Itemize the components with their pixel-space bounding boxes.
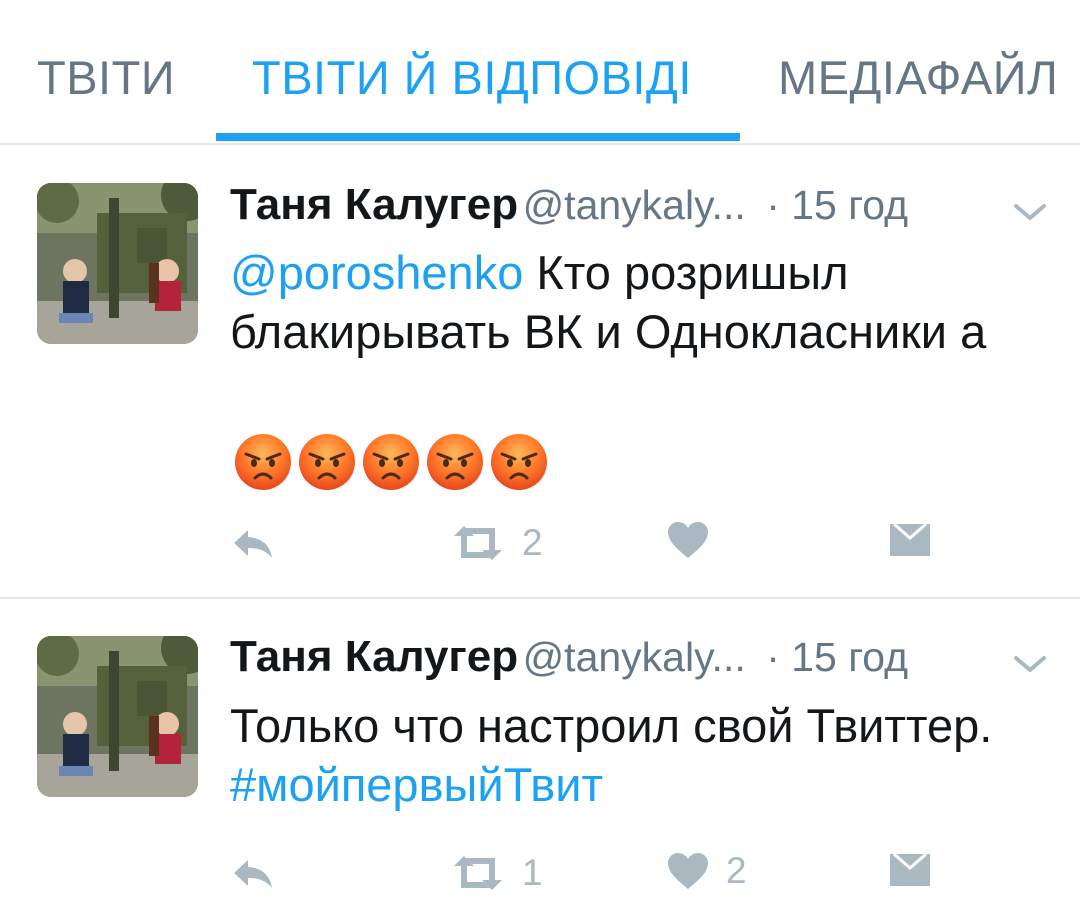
reply-icon [234, 860, 272, 888]
like-count: 2 [726, 850, 747, 891]
tweet-actions: 1 2 [230, 850, 1050, 900]
chevron-down-icon[interactable] [1012, 652, 1048, 676]
like-button[interactable] [666, 520, 726, 560]
author-name[interactable]: Таня Калугер [230, 180, 518, 229]
active-tab-indicator [216, 133, 740, 141]
reply-icon [234, 530, 272, 558]
angry-face-icon [361, 432, 421, 492]
mention-link[interactable]: @poroshenko [230, 246, 523, 299]
retweet-button[interactable]: 2 [450, 520, 543, 566]
emoji-row [233, 432, 549, 492]
tweet-text: @poroshenko Кто розришыл блакирывать ВК … [230, 243, 1060, 361]
tweet-timestamp[interactable]: · 15 год [766, 634, 908, 680]
author-handle[interactable]: @tanykaly... [523, 182, 746, 228]
direct-message-icon [890, 852, 930, 886]
retweet-count: 1 [522, 852, 543, 893]
tweet-actions: 2 [230, 520, 1050, 570]
like-icon [668, 853, 708, 889]
author-name[interactable]: Таня Калугер [230, 632, 518, 681]
avatar[interactable] [37, 183, 198, 344]
direct-message-icon [890, 522, 930, 556]
retweet-icon [454, 526, 502, 560]
chevron-down-icon[interactable] [1012, 200, 1048, 224]
reply-button[interactable] [230, 520, 276, 566]
tab-tweets[interactable]: ТВІТИ [37, 50, 175, 105]
profile-tabs: ТВІТИ ТВІТИ Й ВІДПОВІДІ МЕДІАФАЙЛ [0, 0, 1080, 145]
like-icon [668, 522, 708, 558]
angry-face-icon [297, 432, 357, 492]
tweet-text: Только что настроил свой Твиттер. #мойпе… [230, 696, 1060, 814]
avatar[interactable] [37, 636, 198, 797]
reply-button[interactable] [230, 850, 276, 896]
avatar-image [37, 183, 198, 344]
tab-tweets-and-replies[interactable]: ТВІТИ Й ВІДПОВІДІ [252, 50, 692, 105]
angry-face-icon [489, 432, 549, 492]
retweet-icon [454, 856, 502, 890]
direct-message-button[interactable] [888, 850, 932, 890]
author-handle[interactable]: @tanykaly... [523, 634, 746, 680]
tweet-divider [0, 597, 1080, 599]
retweet-button[interactable]: 1 [450, 850, 543, 896]
retweet-count: 2 [522, 522, 543, 563]
hashtag-link[interactable]: #мойпервыйТвит [230, 758, 603, 811]
angry-face-icon [233, 432, 293, 492]
like-button[interactable]: 2 [666, 850, 747, 892]
tweet-timestamp[interactable]: · 15 год [766, 182, 908, 228]
tab-media[interactable]: МЕДІАФАЙЛ [778, 50, 1058, 105]
direct-message-button[interactable] [888, 520, 932, 560]
avatar-image [37, 636, 198, 797]
angry-face-icon [425, 432, 485, 492]
tweet-text-content: Только что настроил свой Твиттер. [230, 699, 993, 752]
tweet-header: Таня Калугер @tanykaly... · 15 год [230, 632, 908, 682]
tweet-header: Таня Калугер @tanykaly... · 15 год [230, 180, 908, 230]
